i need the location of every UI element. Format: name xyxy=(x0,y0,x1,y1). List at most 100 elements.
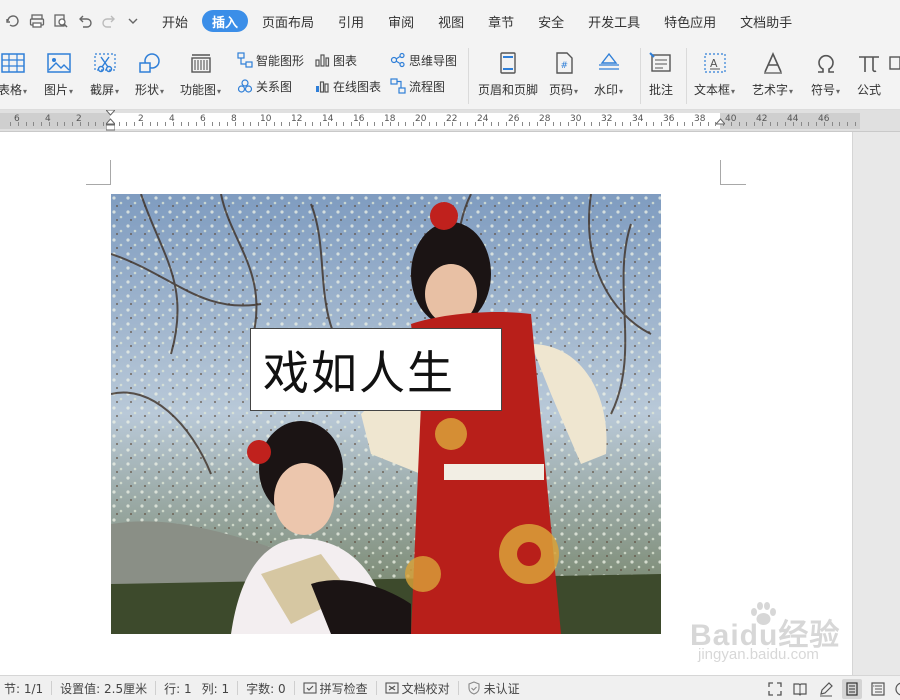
formula-button[interactable]: 公式 xyxy=(856,48,882,98)
flowchart-icon xyxy=(389,77,407,95)
flowchart-button[interactable]: 流程图 xyxy=(389,76,445,96)
pi-icon xyxy=(856,48,882,78)
ruler-tick xyxy=(87,122,89,126)
textbox-button[interactable]: A 文本框▾ xyxy=(694,48,735,98)
proofread-button[interactable]: 文档校对 xyxy=(385,680,450,697)
shape-button[interactable]: 形状▾ xyxy=(135,48,164,98)
ruler-tick xyxy=(234,122,236,126)
online-chart-button[interactable]: 在线图表 xyxy=(313,76,381,96)
ruler-tick xyxy=(281,122,283,126)
ruler-tick xyxy=(165,122,166,126)
horizontal-ruler[interactable]: 6 4 2 2 4 6 8 10 12 14 16 18 20 22 24 26 28 30 32 34 36 38 40 4… xyxy=(0,109,900,132)
function-chart-button[interactable]: 功能图▾ xyxy=(180,48,221,98)
print-icon[interactable] xyxy=(26,10,48,32)
table-button[interactable]: 表格▾ xyxy=(0,48,27,98)
redo-icon[interactable] xyxy=(98,10,120,32)
ruler-tick xyxy=(451,122,453,126)
formula-label: 公式 xyxy=(856,83,881,97)
tab-security[interactable]: 安全 xyxy=(526,10,576,32)
document-area[interactable]: 戏如人生 Baidu经验 jingyan.baidu.com xyxy=(0,132,900,675)
more-ribbon-button[interactable] xyxy=(888,48,900,78)
spellcheck-button[interactable]: 拼写检查 xyxy=(303,680,368,697)
picture-button[interactable]: 图片▾ xyxy=(44,48,73,98)
left-indent-marker[interactable] xyxy=(104,109,117,132)
tab-references[interactable]: 引用 xyxy=(326,10,376,32)
smart-graphic-button[interactable]: 智能图形 xyxy=(236,50,304,70)
bar-chart-icon xyxy=(313,51,331,69)
header-footer-icon xyxy=(495,48,521,78)
header-footer-label: 页眉和页脚 xyxy=(478,83,539,97)
redo-history-icon[interactable] xyxy=(2,10,24,32)
undo-icon[interactable] xyxy=(74,10,96,32)
relation-chart-button[interactable]: 关系图 xyxy=(236,76,292,96)
watermark-button[interactable]: 水印▾ xyxy=(594,48,623,98)
web-view-icon[interactable] xyxy=(890,679,900,699)
chart-button[interactable]: 图表 xyxy=(313,50,357,70)
word-count[interactable]: 字数: 0 xyxy=(246,680,286,697)
tab-chapter[interactable]: 章节 xyxy=(476,10,526,32)
print-preview-icon[interactable] xyxy=(50,10,72,32)
crop-mark xyxy=(720,184,746,185)
ruler-tick xyxy=(157,122,159,126)
right-indent-marker[interactable] xyxy=(714,110,727,132)
ruler-tick xyxy=(242,122,244,126)
page-number-icon: # xyxy=(551,48,577,78)
certification-status[interactable]: 未认证 xyxy=(467,680,520,697)
ruler-tick xyxy=(738,122,740,126)
page-number-label: 页码 xyxy=(549,83,574,97)
ruler-tick xyxy=(134,122,135,126)
comment-button[interactable]: 批注 xyxy=(648,48,674,98)
mind-map-icon xyxy=(389,51,407,69)
ribbon-separator xyxy=(468,48,469,104)
page-view-icon[interactable] xyxy=(842,679,862,699)
inserted-photo[interactable] xyxy=(111,194,661,634)
ruler-tick xyxy=(126,122,128,126)
ruler-tick xyxy=(420,122,422,126)
document-page[interactable]: 戏如人生 Baidu经验 jingyan.baidu.com xyxy=(0,132,852,675)
quick-access-dropdown-icon[interactable] xyxy=(122,10,144,32)
section-indicator[interactable]: 节: 1/1 xyxy=(4,680,43,697)
read-mode-icon[interactable] xyxy=(790,679,810,699)
tab-doc-assistant[interactable]: 文档助手 xyxy=(728,10,804,32)
caption-textbox[interactable]: 戏如人生 xyxy=(250,328,502,411)
tab-home[interactable]: 开始 xyxy=(150,10,200,32)
ruler-tick xyxy=(854,122,856,126)
ruler-tick xyxy=(444,122,445,126)
svg-text:#: # xyxy=(560,61,568,71)
row-indicator[interactable]: 行: 1 xyxy=(164,680,192,697)
ruler-tick xyxy=(413,122,414,126)
symbol-button[interactable]: 符号▾ xyxy=(811,48,840,98)
tab-insert[interactable]: 插入 xyxy=(202,10,249,32)
ruler-tick xyxy=(327,122,329,126)
ribbon-toolbar: 表格▾ 图片▾ 截屏▾ 形状▾ 功能图▾ 智能图形 图表 思维导图 关系图 在线… xyxy=(0,42,900,110)
screenshot-button[interactable]: 截屏▾ xyxy=(90,48,119,98)
ruler-tick xyxy=(599,122,600,126)
column-indicator[interactable]: 列: 1 xyxy=(202,680,230,697)
header-footer-button[interactable]: 页眉和页脚 xyxy=(478,48,538,98)
ruler-tick xyxy=(614,122,616,126)
tab-page-layout[interactable]: 页面布局 xyxy=(250,10,326,32)
mind-map-button[interactable]: 思维导图 xyxy=(389,50,457,70)
tab-special-apps[interactable]: 特色应用 xyxy=(652,10,728,32)
ruler-tick xyxy=(188,122,190,126)
tab-review[interactable]: 审阅 xyxy=(376,10,426,32)
menu-bar: 开始 插入 页面布局 引用 审阅 视图 章节 安全 开发工具 特色应用 文档助手 xyxy=(0,0,900,42)
ruler-tick xyxy=(730,122,732,126)
ruler-tick xyxy=(149,122,151,126)
page-number-button[interactable]: # 页码▾ xyxy=(549,48,578,98)
outline-view-icon[interactable] xyxy=(868,679,888,699)
function-chart-label: 功能图 xyxy=(180,83,217,97)
ruler-tick xyxy=(591,122,593,126)
write-mode-icon[interactable] xyxy=(816,679,836,699)
tab-developer[interactable]: 开发工具 xyxy=(576,10,652,32)
tab-view[interactable]: 视图 xyxy=(426,10,476,32)
ruler-tick xyxy=(48,122,50,126)
fullscreen-icon[interactable] xyxy=(765,679,785,699)
wordart-button[interactable]: 艺术字▾ xyxy=(752,48,793,98)
caption-text[interactable]: 戏如人生 xyxy=(263,337,455,403)
ruler-tick xyxy=(839,122,841,126)
ruler-tick xyxy=(25,122,27,126)
setting-value[interactable]: 设置值: 2.5厘米 xyxy=(60,680,147,697)
ruler-tick xyxy=(544,122,546,126)
ruler-tick xyxy=(692,122,693,126)
